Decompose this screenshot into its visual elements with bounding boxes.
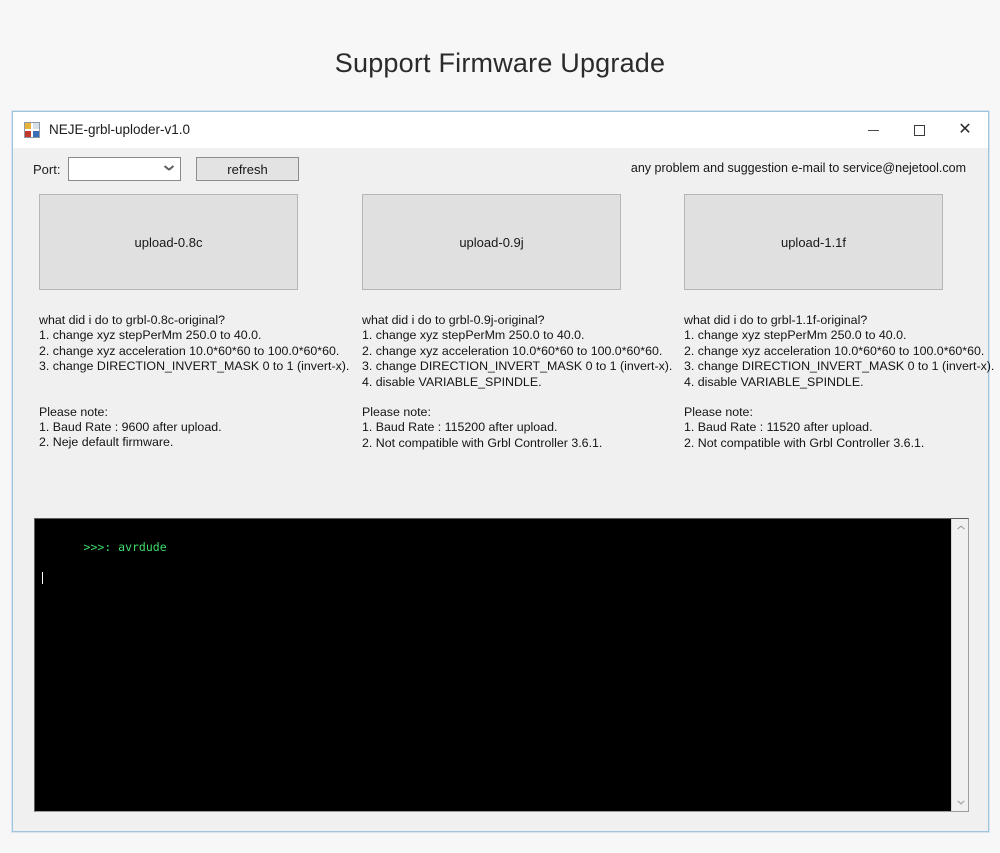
chevron-down-icon	[957, 799, 964, 806]
console-output[interactable]: >>>: avrdude	[34, 518, 969, 812]
firmware-note-2-0: 1. Baud Rate : 11520 after upload.	[684, 420, 873, 435]
port-label: Port:	[33, 162, 61, 177]
window-title: NEJE-grbl-uploder-v1.0	[49, 122, 191, 137]
firmware-note-1-1: 2. Not compatible with Grbl Controller 3…	[362, 435, 603, 450]
firmware-question-0: what did i do to grbl-0.8c-original?	[39, 313, 225, 327]
firmware-change-2-3: 4. disable VARIABLE_SPINDLE.	[684, 374, 864, 389]
chevron-up-icon	[957, 524, 964, 531]
window-titlebar[interactable]: NEJE-grbl-uploder-v1.0 ✕	[13, 112, 988, 148]
app-grid-icon	[24, 121, 40, 138]
firmware-change-1-2: 3. change DIRECTION_INVERT_MASK 0 to 1 (…	[362, 359, 673, 374]
firmware-column-2: upload-1.1f what did i do to grbl-1.1f-o…	[684, 194, 995, 451]
firmware-change-2-2: 3. change DIRECTION_INVERT_MASK 0 to 1 (…	[684, 359, 995, 374]
console-scrollbar[interactable]	[951, 519, 968, 811]
minimize-button[interactable]	[850, 112, 896, 148]
page-title: Support Firmware Upgrade	[334, 48, 666, 78]
upload-button-2[interactable]: upload-1.1f	[684, 194, 943, 290]
firmware-change-1-3: 4. disable VARIABLE_SPINDLE.	[362, 374, 542, 389]
scroll-up-button[interactable]	[952, 519, 969, 536]
firmware-question-2: what did i do to grbl-1.1f-original?	[684, 313, 868, 327]
firmware-change-0-2: 3. change DIRECTION_INVERT_MASK 0 to 1 (…	[39, 359, 350, 374]
firmware-change-1-0: 1. change xyz stepPerMm 250.0 to 40.0.	[362, 328, 585, 343]
firmware-note-0-0: 1. Baud Rate : 9600 after upload.	[39, 420, 222, 435]
application-window: NEJE-grbl-uploder-v1.0 ✕ Port: refresh a…	[12, 111, 995, 832]
scroll-down-button[interactable]	[952, 794, 969, 811]
firmware-column-1: upload-0.9j what did i do to grbl-0.9j-o…	[362, 194, 673, 451]
firmware-notes-1: what did i do to grbl-0.9j-original? 1. …	[362, 313, 673, 451]
refresh-button[interactable]: refresh	[196, 157, 299, 181]
chevron-down-icon	[164, 166, 173, 175]
toolbar: Port: refresh any problem and suggestion…	[13, 148, 988, 194]
firmware-change-1-1: 2. change xyz acceleration 10.0*60*60 to…	[362, 343, 663, 358]
contact-note: any problem and suggestion e-mail to ser…	[630, 161, 966, 175]
window-controls: ✕	[850, 112, 988, 148]
firmware-notes-2: what did i do to grbl-1.1f-original? 1. …	[684, 313, 995, 451]
firmware-change-0-1: 2. change xyz acceleration 10.0*60*60 to…	[39, 343, 340, 358]
firmware-note-heading-0: Please note:	[39, 404, 108, 419]
firmware-note-2-1: 2. Not compatible with Grbl Controller 3…	[684, 435, 925, 450]
firmware-notes-0: what did i do to grbl-0.8c-original? 1. …	[39, 313, 350, 451]
firmware-note-heading-2: Please note:	[684, 405, 753, 420]
close-button[interactable]: ✕	[942, 112, 988, 148]
port-select[interactable]	[68, 157, 181, 181]
minimize-icon	[867, 129, 879, 131]
upload-button-0[interactable]: upload-0.8c	[39, 194, 298, 290]
maximize-icon	[913, 124, 925, 136]
firmware-question-1: what did i do to grbl-0.9j-original?	[362, 313, 545, 327]
text-cursor	[42, 572, 43, 584]
firmware-change-0-0: 1. change xyz stepPerMm 250.0 to 40.0.	[39, 328, 262, 343]
firmware-note-heading-1: Please note:	[362, 405, 431, 420]
firmware-column-0: upload-0.8c what did i do to grbl-0.8c-o…	[39, 194, 350, 451]
firmware-change-2-1: 2. change xyz acceleration 10.0*60*60 to…	[684, 343, 985, 358]
close-icon: ✕	[958, 121, 972, 138]
firmware-note-0-1: 2. Neje default firmware.	[39, 435, 174, 450]
firmware-change-2-0: 1. change xyz stepPerMm 250.0 to 40.0.	[684, 328, 907, 343]
maximize-button[interactable]	[896, 112, 942, 148]
console-text-area[interactable]: >>>: avrdude	[35, 519, 951, 811]
upload-button-1[interactable]: upload-0.9j	[362, 194, 621, 290]
console-line: >>>: avrdude	[83, 540, 167, 554]
firmware-note-1-0: 1. Baud Rate : 115200 after upload.	[362, 420, 558, 435]
